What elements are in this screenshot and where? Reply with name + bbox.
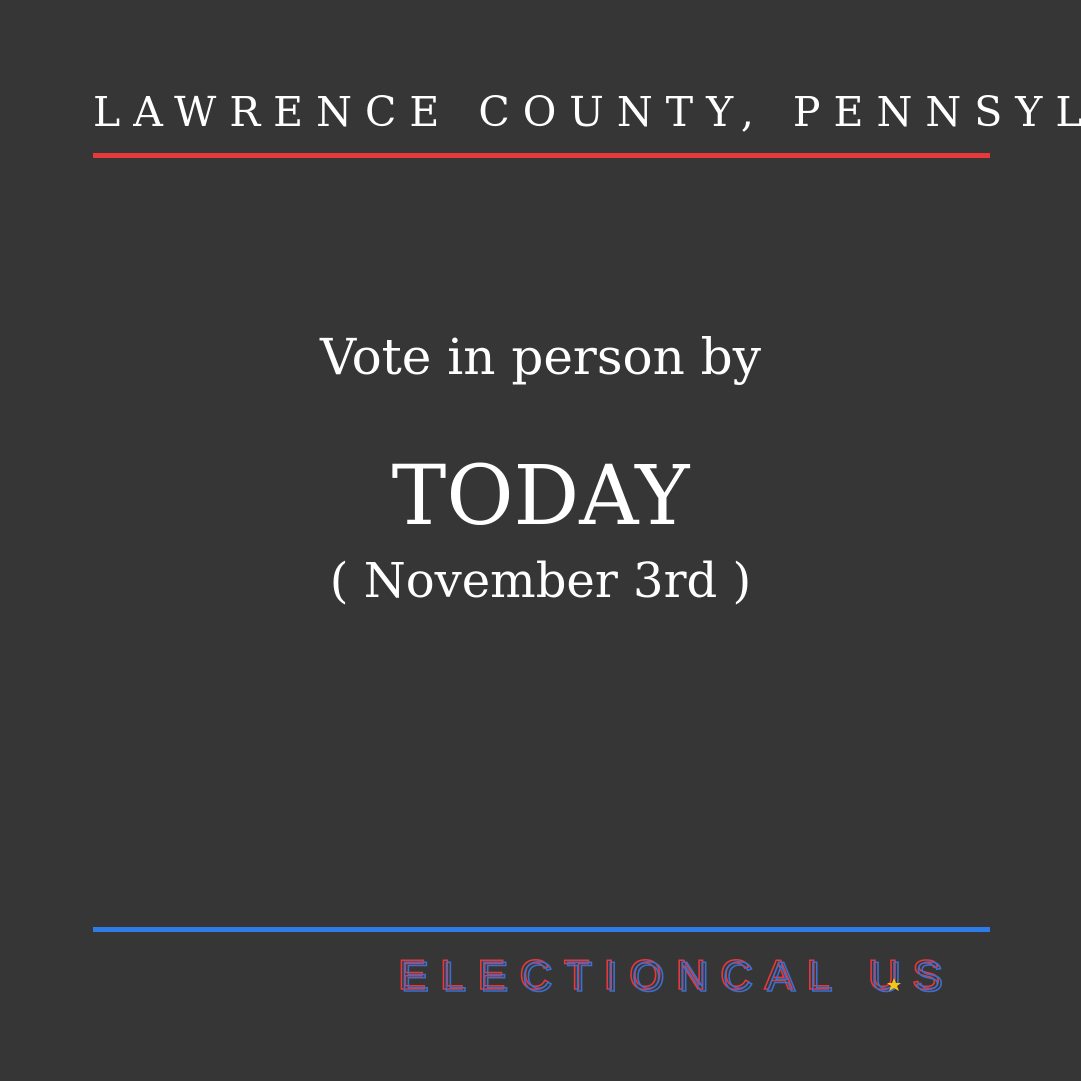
election-date: ( November 3rd ) <box>329 553 752 609</box>
top-divider <box>93 153 990 158</box>
brand-logo-outline-blue: ELECTIONCAL US <box>401 953 957 996</box>
vote-method-text: Vote in person by <box>320 328 761 386</box>
bottom-divider <box>93 927 990 932</box>
deadline-text: TODAY <box>391 449 690 544</box>
poster: LAWRENCE COUNTY, PENNSYLVANIA Vote in pe… <box>0 0 1081 1081</box>
brand-logo: ELECTIONCAL US ELECTIONCAL US <box>396 951 990 996</box>
county-heading: LAWRENCE COUNTY, PENNSYLVANIA <box>93 88 1081 136</box>
